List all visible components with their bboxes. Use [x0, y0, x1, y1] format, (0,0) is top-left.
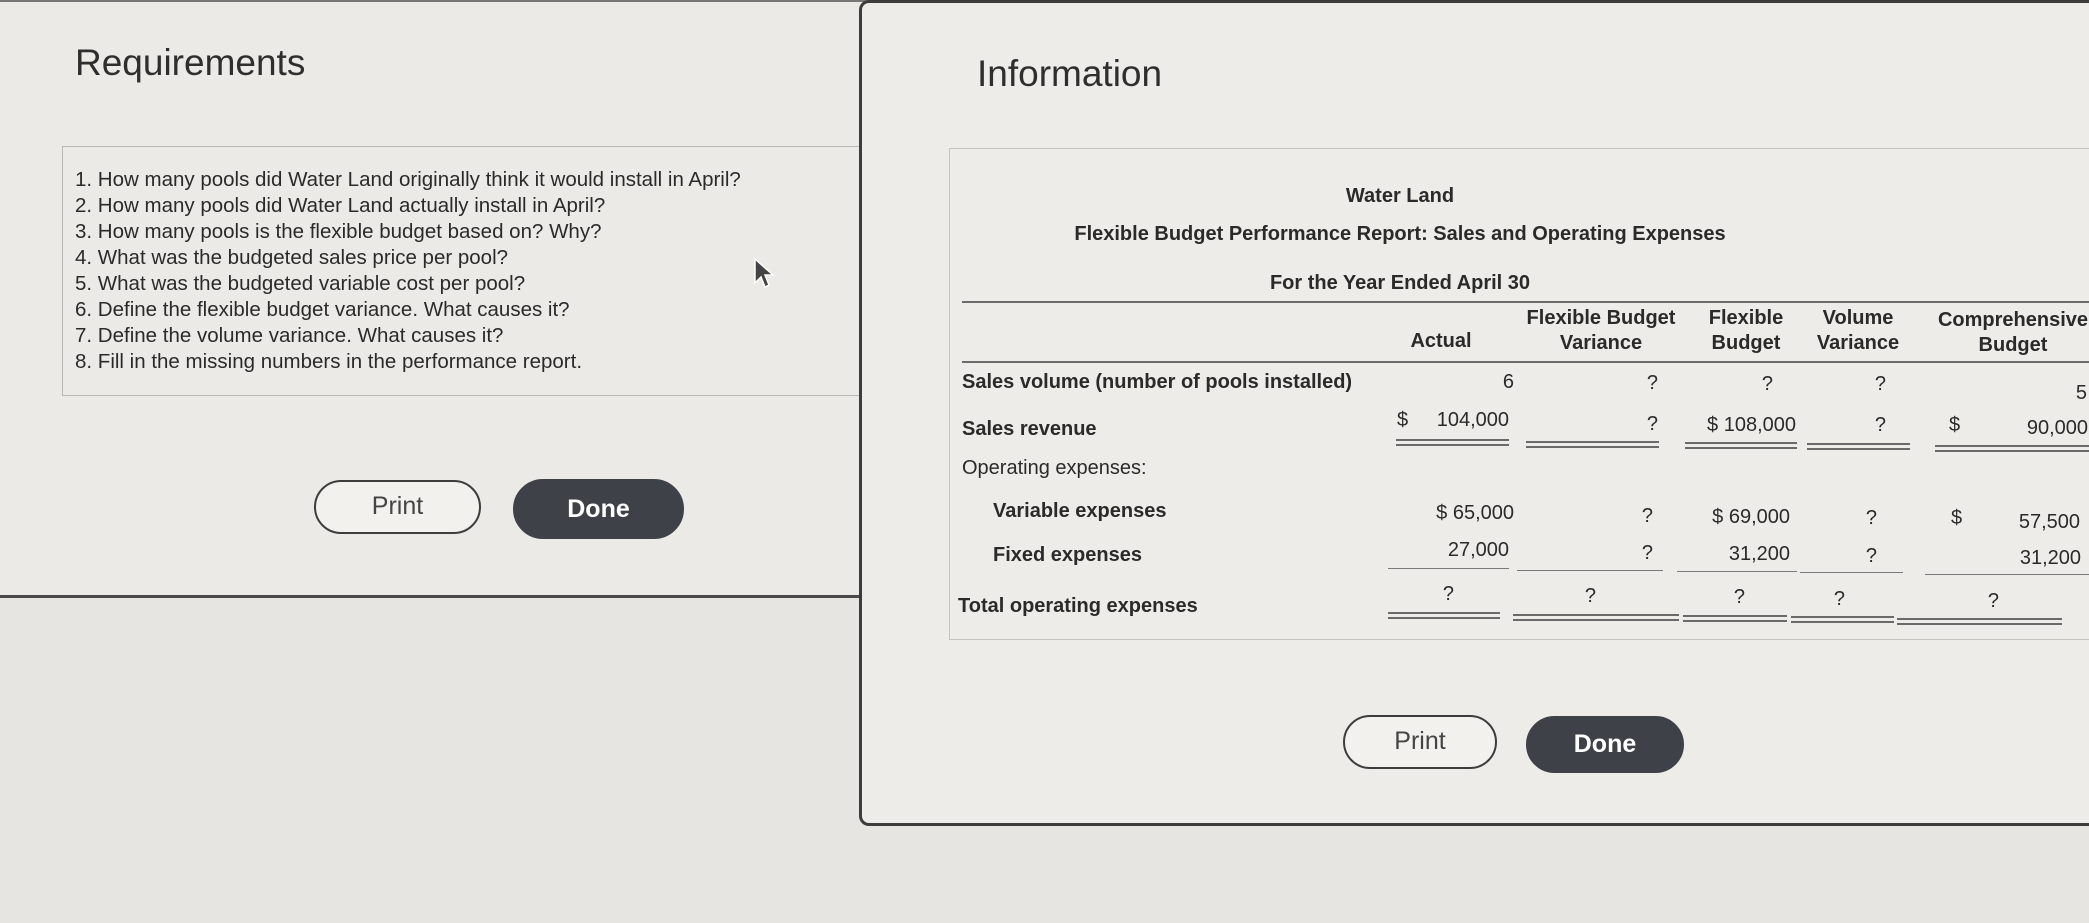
- col-header-cb: Budget: [1978, 334, 2048, 356]
- list-item: 5. What was the budgeted variable cost p…: [75, 272, 526, 295]
- divider: [962, 301, 2089, 303]
- col-header-fb: Flexible: [1708, 307, 1784, 329]
- cell-actual: 27,000: [1447, 539, 1509, 561]
- requirements-box: 1. How many pools did Water Land origina…: [62, 146, 870, 396]
- cell-fbv: ?: [1641, 505, 1653, 527]
- cell-fbv: ?: [1646, 372, 1658, 394]
- row-label-operating-expenses: Operating expenses:: [962, 457, 1147, 479]
- col-header-vv: Variance: [1816, 332, 1900, 354]
- list-item: 6. Define the flexible budget variance. …: [75, 298, 570, 321]
- cell-actual: 6: [1502, 371, 1514, 393]
- cell-cb: 57,500: [2018, 511, 2080, 533]
- performance-report: Water Land Flexible Budget Performance R…: [949, 148, 2089, 640]
- double-underline: [1807, 443, 1910, 450]
- report-title: Flexible Budget Performance Report: Sale…: [1074, 223, 1726, 245]
- row-label-fixed-expenses: Fixed expenses: [993, 544, 1142, 566]
- cell-fb: $ 69,000: [1712, 506, 1790, 528]
- underline: [1800, 572, 1903, 573]
- cell-cb: ?: [1987, 590, 1999, 612]
- currency-symbol: $: [1949, 414, 1961, 436]
- underline: [1677, 571, 1797, 572]
- col-header-vv: Volume: [1822, 307, 1894, 329]
- double-underline: [1791, 616, 1894, 623]
- print-button[interactable]: Print: [1343, 715, 1497, 769]
- done-button[interactable]: Done: [513, 479, 684, 539]
- underline: [1388, 568, 1509, 569]
- cell-actual: $ 65,000: [1436, 502, 1514, 524]
- col-header-actual: Actual: [1410, 330, 1472, 352]
- mouse-pointer-icon: [754, 257, 775, 289]
- list-item: 4. What was the budgeted sales price per…: [75, 246, 509, 269]
- cell-vv: ?: [1874, 373, 1886, 395]
- double-underline: [1897, 618, 2062, 625]
- list-item: 3. How many pools is the flexible budget…: [75, 220, 602, 243]
- cell-fb: ?: [1761, 373, 1773, 395]
- done-button[interactable]: Done: [1526, 716, 1684, 773]
- cell-fbv: ?: [1646, 413, 1658, 435]
- cell-vv: ?: [1833, 588, 1845, 610]
- cell-vv: ?: [1865, 545, 1877, 567]
- double-underline: [1396, 439, 1509, 446]
- col-header-fbv: Variance: [1559, 332, 1643, 354]
- col-header-fb: Budget: [1711, 332, 1781, 354]
- requirements-list: 1. How many pools did Water Land origina…: [75, 167, 741, 375]
- list-item: 7. Define the volume variance. What caus…: [75, 324, 504, 347]
- currency-symbol: $: [1951, 507, 1963, 529]
- double-underline: [1683, 615, 1787, 622]
- divider: [962, 361, 2089, 363]
- list-item: 2. How many pools did Water Land actuall…: [75, 194, 606, 217]
- cell-fb: 31,200: [1728, 543, 1790, 565]
- list-item: 1. How many pools did Water Land origina…: [75, 168, 741, 191]
- report-period: For the Year Ended April 30: [1269, 272, 1531, 294]
- cell-vv: ?: [1865, 507, 1877, 529]
- company-name: Water Land: [1345, 185, 1455, 207]
- print-button[interactable]: Print: [314, 480, 481, 534]
- cell-fb: $ 108,000: [1707, 414, 1796, 436]
- cell-vv: ?: [1874, 414, 1886, 436]
- row-label-sales-volume: Sales volume (number of pools installed): [962, 371, 1353, 393]
- underline: [1925, 574, 2089, 575]
- cell-cb: 31,200: [2019, 547, 2081, 569]
- cell-actual: 104,000: [1436, 409, 1509, 431]
- requirements-title: Requirements: [75, 42, 306, 83]
- currency-symbol: $: [1397, 409, 1409, 431]
- double-underline: [1513, 614, 1679, 621]
- col-header-cb: Comprehensive: [1937, 309, 2089, 331]
- cell-cb: 5: [2075, 382, 2087, 404]
- cell-fbv: ?: [1584, 585, 1596, 607]
- col-header-fbv: Flexible Budget: [1526, 307, 1676, 329]
- information-panel: Information Water Land Flexible Budget P…: [859, 0, 2089, 826]
- row-label-sales-revenue: Sales revenue: [962, 418, 1097, 440]
- double-underline: [1388, 612, 1500, 619]
- double-underline: [1935, 445, 2089, 452]
- information-title: Information: [977, 53, 1163, 94]
- list-item: 8. Fill in the missing numbers in the pe…: [75, 350, 583, 373]
- double-underline: [1685, 442, 1797, 449]
- underline: [1517, 570, 1663, 571]
- row-label-variable-expenses: Variable expenses: [993, 500, 1167, 522]
- cell-cb: 90,000: [2026, 417, 2088, 439]
- cell-fbv: ?: [1641, 542, 1653, 564]
- cell-fb: ?: [1733, 586, 1745, 608]
- requirements-panel: Requirements 1. How many pools did Water…: [0, 0, 870, 598]
- row-label-total-operating-expenses: Total operating expenses: [958, 595, 1198, 617]
- double-underline: [1526, 441, 1659, 448]
- cell-actual: ?: [1442, 583, 1454, 605]
